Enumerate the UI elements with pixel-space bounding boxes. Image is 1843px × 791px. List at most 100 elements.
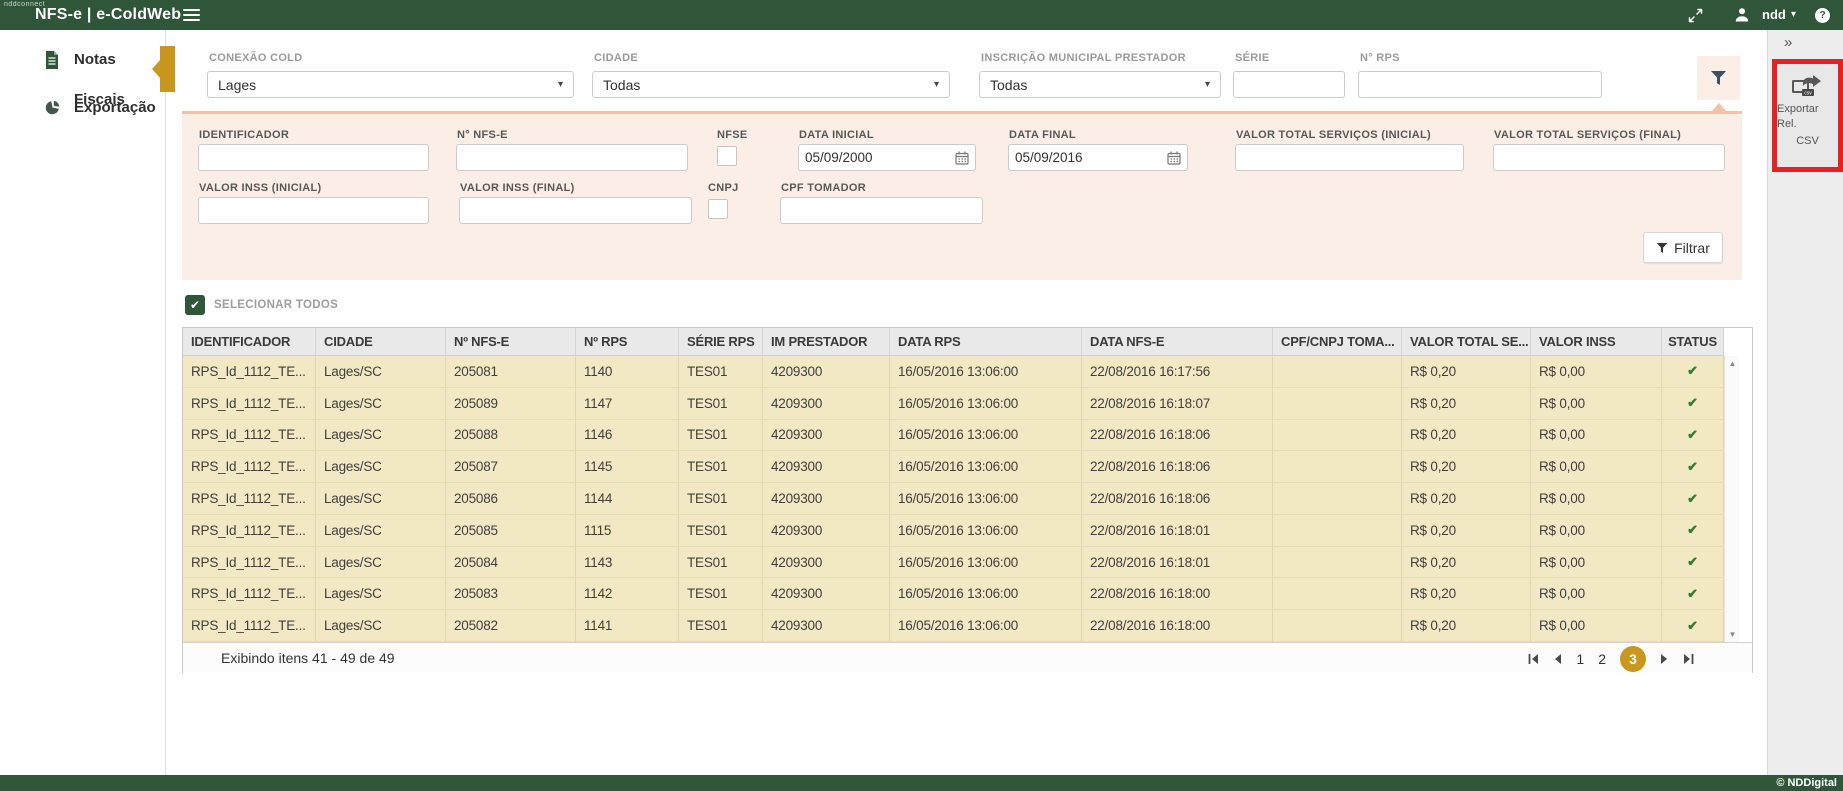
table-row[interactable]: RPS_Id_1112_TE... Lages/SC 205086 1144 T…: [183, 483, 1724, 515]
cell-cidade: Lages/SC: [316, 483, 446, 514]
cell-valor-total: R$ 0,20: [1402, 483, 1531, 514]
valor-total-inicial-input[interactable]: [1235, 144, 1464, 171]
conexao-cold-value: Lages: [218, 77, 256, 93]
copyright-text: © NDDigital: [1776, 777, 1837, 789]
n-rps-input[interactable]: [1358, 71, 1602, 98]
previous-page-button[interactable]: [1553, 653, 1562, 665]
cell-status: ✔: [1662, 515, 1724, 546]
cell-data-nfse: 22/08/2016 16:18:00: [1082, 610, 1273, 641]
cell-data-rps: 16/05/2016 13:06:00: [890, 356, 1082, 387]
table-row[interactable]: RPS_Id_1112_TE... Lages/SC 205085 1115 T…: [183, 515, 1724, 547]
export-csv-button[interactable]: csv Exportar Rel. CSV: [1777, 64, 1838, 167]
inscricao-municipal-select[interactable]: Todas ▾: [979, 71, 1221, 98]
valor-total-final-input[interactable]: [1493, 144, 1725, 171]
n-rps-label: N° RPS: [1360, 52, 1400, 64]
scroll-up-icon[interactable]: ▲: [1725, 359, 1740, 368]
data-inicial-input[interactable]: [799, 150, 955, 165]
column-header-valor-inss[interactable]: VALOR INSS: [1531, 328, 1662, 355]
help-icon[interactable]: ?: [1815, 8, 1830, 23]
cell-cpf-cnpj: [1273, 610, 1402, 641]
table-body: RPS_Id_1112_TE... Lages/SC 205081 1140 T…: [183, 356, 1724, 642]
cpf-tomador-input[interactable]: [780, 197, 983, 224]
status-ok-icon: ✔: [1687, 522, 1698, 538]
top-bar: nddconnect NFS-e | e-ColdWeb ndd ▾ ?: [0, 0, 1843, 30]
user-avatar-icon[interactable]: [1735, 7, 1749, 22]
scroll-down-icon[interactable]: ▼: [1725, 630, 1740, 639]
cell-identificador: RPS_Id_1112_TE...: [183, 356, 316, 387]
cell-data-rps: 16/05/2016 13:06:00: [890, 451, 1082, 482]
table-row[interactable]: RPS_Id_1112_TE... Lages/SC 205089 1147 T…: [183, 388, 1724, 420]
page-3-button-active[interactable]: 3: [1620, 646, 1646, 672]
n-nfse-input[interactable]: [456, 144, 688, 171]
column-header-cpf-cnpj[interactable]: CPF/CNPJ TOMA...: [1273, 328, 1402, 355]
cell-data-nfse: 22/08/2016 16:18:06: [1082, 451, 1273, 482]
table-row[interactable]: RPS_Id_1112_TE... Lages/SC 205083 1142 T…: [183, 578, 1724, 610]
collapse-panel-icon[interactable]: »: [1784, 34, 1792, 51]
column-header-cidade[interactable]: CIDADE: [316, 328, 446, 355]
cell-n-nfse: 205089: [446, 388, 576, 419]
chevron-down-icon[interactable]: ▾: [1791, 0, 1796, 30]
table-row[interactable]: RPS_Id_1112_TE... Lages/SC 205087 1145 T…: [183, 451, 1724, 483]
table-row[interactable]: RPS_Id_1112_TE... Lages/SC 205088 1146 T…: [183, 420, 1724, 452]
fullscreen-icon[interactable]: [1688, 8, 1703, 23]
cell-serie-rps: TES01: [679, 388, 763, 419]
table-row[interactable]: RPS_Id_1112_TE... Lages/SC 205082 1141 T…: [183, 610, 1724, 642]
cell-data-nfse: 22/08/2016 16:18:00: [1082, 578, 1273, 609]
hamburger-menu-icon[interactable]: [183, 9, 200, 21]
cell-valor-total: R$ 0,20: [1402, 451, 1531, 482]
sidebar-item-exportacao[interactable]: Exportação: [0, 88, 166, 128]
last-page-button[interactable]: [1683, 653, 1694, 665]
table-scrollbar[interactable]: ▲ ▼: [1724, 356, 1739, 642]
select-all-checkbox[interactable]: ✔: [185, 295, 205, 315]
identificador-input[interactable]: [198, 144, 429, 171]
cell-n-rps: 1145: [576, 451, 679, 482]
table-row[interactable]: RPS_Id_1112_TE... Lages/SC 205081 1140 T…: [183, 356, 1724, 388]
sidebar: Notas Fiscais Exportação: [0, 30, 166, 775]
column-header-valor-total[interactable]: VALOR TOTAL SE...: [1402, 328, 1531, 355]
cidade-select[interactable]: Todas ▾: [592, 71, 950, 98]
first-page-button[interactable]: [1528, 653, 1539, 665]
column-header-im-prestador[interactable]: IM PRESTADOR: [763, 328, 890, 355]
cell-im-prestador: 4209300: [763, 610, 890, 641]
cell-cpf-cnpj: [1273, 451, 1402, 482]
user-menu[interactable]: ndd: [1762, 0, 1786, 30]
export-csv-icon: csv: [1789, 73, 1826, 100]
valor-total-inicial-label: VALOR TOTAL SERVIÇOS (INICIAL): [1236, 129, 1431, 141]
column-header-data-nfse[interactable]: DATA NFS-E: [1082, 328, 1273, 355]
data-final-field[interactable]: [1008, 144, 1188, 171]
conexao-cold-select[interactable]: Lages ▾: [207, 71, 574, 98]
calendar-icon[interactable]: [955, 151, 969, 165]
identificador-label: IDENTIFICADOR: [199, 129, 289, 141]
page-1-button[interactable]: 1: [1576, 651, 1584, 667]
column-header-n-rps[interactable]: Nº RPS: [576, 328, 679, 355]
valor-inss-inicial-input[interactable]: [198, 197, 429, 224]
cell-n-rps: 1143: [576, 547, 679, 578]
filtrar-button[interactable]: Filtrar: [1643, 232, 1723, 263]
valor-inss-final-input[interactable]: [459, 197, 692, 224]
next-page-button[interactable]: [1660, 653, 1669, 665]
table-row[interactable]: RPS_Id_1112_TE... Lages/SC 205084 1143 T…: [183, 547, 1724, 579]
cell-valor-inss: R$ 0,00: [1531, 483, 1662, 514]
cnpj-checkbox[interactable]: [708, 199, 728, 219]
column-header-serie-rps[interactable]: SÉRIE RPS: [679, 328, 763, 355]
cell-data-rps: 16/05/2016 13:06:00: [890, 578, 1082, 609]
right-action-rail: » csv Exportar Rel. CSV: [1767, 30, 1843, 775]
column-header-n-nfse[interactable]: Nº NFS-E: [446, 328, 576, 355]
filter-toggle-button[interactable]: [1697, 56, 1740, 100]
cell-im-prestador: 4209300: [763, 547, 890, 578]
data-final-input[interactable]: [1009, 150, 1167, 165]
column-header-status[interactable]: STATUS: [1662, 328, 1724, 355]
sidebar-item-notas-fiscais[interactable]: Notas Fiscais: [0, 40, 166, 80]
status-ok-icon: ✔: [1687, 554, 1698, 570]
serie-label: SÉRIE: [1235, 52, 1270, 64]
column-header-data-rps[interactable]: DATA RPS: [890, 328, 1082, 355]
nfse-checkbox[interactable]: [717, 146, 737, 166]
page-2-button[interactable]: 2: [1598, 651, 1606, 667]
data-inicial-label: DATA INICIAL: [799, 129, 874, 141]
export-highlight-box: csv Exportar Rel. CSV: [1772, 59, 1843, 172]
column-header-identificador[interactable]: IDENTIFICADOR: [183, 328, 316, 355]
calendar-icon[interactable]: [1167, 151, 1181, 165]
data-inicial-field[interactable]: [798, 144, 976, 171]
serie-input[interactable]: [1233, 71, 1345, 98]
sidebar-item-label: Exportação: [74, 88, 156, 128]
